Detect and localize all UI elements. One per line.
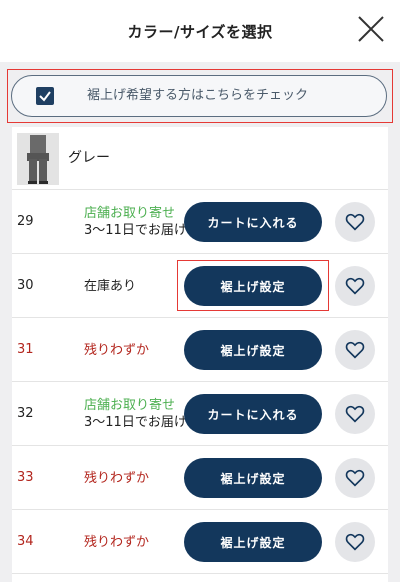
hem-option-toggle[interactable]: 裾上げ希望する方はこちらをチェック xyxy=(11,75,387,117)
heart-icon xyxy=(345,405,365,423)
add-to-cart-button[interactable]: カートに入れる xyxy=(184,394,322,434)
size-label: 34 xyxy=(17,534,34,549)
heart-icon xyxy=(345,277,365,295)
stock-status: 店舗お取り寄せ 3〜11日でお届け xyxy=(84,190,187,254)
hem-setting-button[interactable]: 裾上げ設定 xyxy=(184,330,322,370)
stock-status-line1: 店舗お取り寄せ xyxy=(84,398,176,413)
size-row-34: 34 残りわずか 裾上げ設定 xyxy=(12,510,388,574)
size-row-32: 32 店舗お取り寄せ 3〜11日でお届け カートに入れる xyxy=(12,382,388,446)
stock-status-line1: 残りわずか xyxy=(84,470,150,486)
heart-icon xyxy=(345,533,365,551)
size-label: 31 xyxy=(17,342,34,357)
page-title: カラー/サイズを選択 xyxy=(127,22,273,41)
hem-checkbox[interactable] xyxy=(36,87,54,105)
heart-icon xyxy=(345,213,365,231)
stock-status-line2: 3〜11日でお届け xyxy=(84,223,187,238)
hem-setting-button[interactable]: 裾上げ設定 xyxy=(184,266,322,306)
heart-icon xyxy=(345,341,365,359)
size-label: 29 xyxy=(17,214,34,229)
size-row-33: 33 残りわずか 裾上げ設定 xyxy=(12,446,388,510)
stock-status-line2: 3〜11日でお届け xyxy=(84,415,187,430)
color-name: グレー xyxy=(68,150,110,166)
favorite-button[interactable] xyxy=(335,202,375,242)
size-label: 33 xyxy=(17,470,34,485)
add-to-cart-button[interactable]: カートに入れる xyxy=(184,202,322,242)
size-row-30: 30 在庫あり 裾上げ設定 xyxy=(12,254,388,318)
favorite-button[interactable] xyxy=(335,458,375,498)
hem-setting-button[interactable]: 裾上げ設定 xyxy=(184,522,322,562)
heart-icon xyxy=(345,469,365,487)
close-icon[interactable] xyxy=(356,14,386,44)
product-thumbnail xyxy=(17,133,59,185)
stock-status-line1: 残りわずか xyxy=(84,534,150,550)
close-button[interactable] xyxy=(356,14,386,44)
color-row: グレー xyxy=(12,127,388,190)
stock-status: 店舗お取り寄せ 3〜11日でお届け xyxy=(84,382,187,446)
stock-status-line1: 残りわずか xyxy=(84,342,150,358)
size-label: 32 xyxy=(17,406,34,421)
stock-status: 残りわずか xyxy=(84,446,149,510)
stock-status: 残りわずか xyxy=(84,318,149,382)
favorite-button[interactable] xyxy=(335,394,375,434)
stock-status-line1: 在庫あり xyxy=(84,278,137,294)
stock-status: 残りわずか xyxy=(84,510,149,574)
size-label: 30 xyxy=(17,278,34,293)
favorite-button[interactable] xyxy=(335,266,375,306)
size-row-29: 29 店舗お取り寄せ 3〜11日でお届け カートに入れる xyxy=(12,190,388,254)
favorite-button[interactable] xyxy=(335,330,375,370)
checkmark-icon xyxy=(39,91,51,102)
size-list: グレー 29 店舗お取り寄せ 3〜11日でお届け カートに入れる 30 在庫あり… xyxy=(12,127,388,582)
header: カラー/サイズを選択 xyxy=(0,0,400,62)
stock-status: 在庫あり xyxy=(84,254,136,318)
hem-option-label: 裾上げ希望する方はこちらをチェック xyxy=(87,88,309,103)
size-row-31: 31 残りわずか 裾上げ設定 xyxy=(12,318,388,382)
favorite-button[interactable] xyxy=(335,522,375,562)
hem-setting-button[interactable]: 裾上げ設定 xyxy=(184,458,322,498)
stock-status-line1: 店舗お取り寄せ xyxy=(84,206,176,221)
